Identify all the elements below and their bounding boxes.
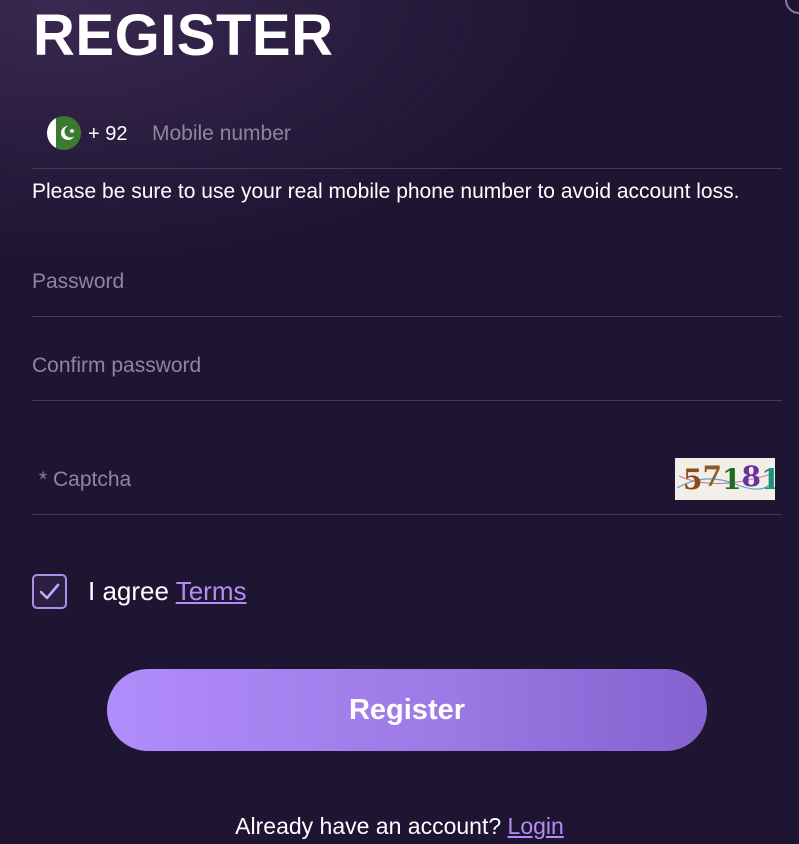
- login-row: Already have an account? Login: [0, 813, 799, 840]
- captcha-code: 57181: [683, 460, 775, 496]
- terms-link[interactable]: Terms: [176, 576, 247, 606]
- agree-text: I agree: [88, 576, 169, 606]
- corner-close-icon[interactable]: [785, 0, 799, 14]
- captcha-digit: 1: [722, 463, 741, 496]
- phone-warning-note: Please be sure to use your real mobile p…: [32, 180, 740, 203]
- captcha-field[interactable]: * Captcha 57181: [32, 448, 782, 515]
- captcha-digit: 1: [761, 463, 775, 496]
- login-prompt: Already have an account?: [235, 813, 502, 839]
- pakistan-flag-icon[interactable]: [47, 116, 81, 150]
- password-field[interactable]: Password: [32, 255, 782, 317]
- agree-label: I agree Terms: [88, 576, 247, 607]
- captcha-placeholder[interactable]: * Captcha: [39, 468, 131, 492]
- checkmark-icon: [39, 583, 60, 600]
- mobile-number-field[interactable]: + 92 Mobile number: [32, 100, 782, 169]
- confirm-password-placeholder[interactable]: Confirm password: [32, 354, 201, 378]
- page-title: REGISTER: [33, 3, 334, 68]
- login-link[interactable]: Login: [508, 813, 564, 839]
- captcha-graphic: 57181: [676, 460, 775, 496]
- mobile-number-placeholder[interactable]: Mobile number: [152, 122, 291, 146]
- captcha-digit: 5: [683, 463, 702, 496]
- captcha-digit: 8: [741, 460, 760, 493]
- password-placeholder[interactable]: Password: [32, 270, 124, 294]
- captcha-image[interactable]: 57181: [675, 458, 775, 500]
- confirm-password-field[interactable]: Confirm password: [32, 339, 782, 401]
- country-code[interactable]: + 92: [88, 123, 127, 146]
- register-button[interactable]: Register: [107, 669, 707, 751]
- agree-checkbox[interactable]: [32, 574, 67, 609]
- captcha-digit: 7: [702, 460, 721, 493]
